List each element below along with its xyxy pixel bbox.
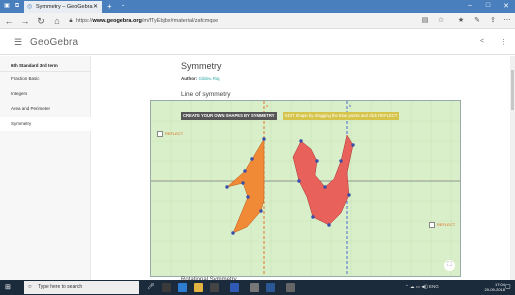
calculator-icon[interactable] [250, 283, 259, 292]
more-vertical-icon[interactable]: ⋮ [500, 38, 507, 46]
reading-view-icon[interactable]: ▤ [420, 16, 430, 26]
close-tab-icon[interactable]: ✕ [93, 1, 98, 13]
main-content: Symmetry Author: Gildeu Raj Line of symm… [92, 56, 515, 283]
clock-date: 20-09-2018 [484, 287, 505, 292]
line-label-a: a [266, 103, 269, 108]
line-label-b: b [349, 103, 352, 108]
minimize-icon[interactable]: – [465, 2, 475, 9]
system-tray[interactable]: ⌃ ☁ ▭ ◀)) ENG [405, 284, 439, 290]
browser-tab[interactable]: ◎ Symmetry – GeoGebra ✕ [24, 1, 102, 13]
reflect-checkbox-left[interactable]: REFLECT [157, 131, 183, 137]
address-bar[interactable]: https://www.geogebra.org/m/fTyEbjbx#mate… [76, 16, 431, 26]
window-menu-icon[interactable]: ▣ [3, 3, 11, 10]
store-icon[interactable] [210, 283, 219, 292]
favorite-star-icon[interactable]: ☆ [436, 16, 446, 26]
word-icon[interactable] [230, 283, 239, 292]
task-view-icon[interactable] [162, 283, 171, 292]
search-icon: ○ [28, 284, 32, 290]
red-reflected-shape[interactable] [292, 134, 354, 226]
search-placeholder: Type here to search [38, 284, 83, 290]
geogebra-favicon-icon: ◎ [27, 4, 33, 10]
author-line: Author: Gildeu Raj [181, 76, 220, 81]
language-indicator[interactable]: ENG [429, 284, 439, 289]
sidebar-item-symmetry[interactable]: Symmetry [0, 117, 91, 131]
edit-shape-note: EDIT Shape by dragging the Blue points a… [283, 112, 400, 120]
section-title: Line of symmetry [181, 91, 231, 98]
tab-switch-icon[interactable]: ⧉ [13, 3, 21, 10]
sidebar-heading[interactable]: 6th Standard 3rd term [0, 60, 91, 72]
geogebra-applet[interactable]: CREATE YOUR OWN SHAPES BY SYMMETRY EDIT … [150, 100, 461, 277]
applet-canvas[interactable] [151, 101, 461, 277]
share-icon[interactable]: < [480, 38, 484, 45]
reflect-checkbox-right[interactable]: REFLECT [429, 222, 455, 228]
taskbar-clock[interactable]: 17:04 20-09-2018 [485, 282, 505, 292]
new-tab-icon[interactable]: + [107, 2, 117, 11]
browser-titlebar: ▣ ⧉ ◎ Symmetry – GeoGebra ✕ + ⌄ – □ ✕ [0, 0, 515, 13]
file-explorer-icon[interactable] [194, 283, 203, 292]
notification-icon[interactable]: ▢ [505, 283, 511, 290]
notes-icon[interactable]: ✎ [472, 16, 482, 26]
chevron-down-icon[interactable]: ⌄ [121, 2, 125, 8]
close-window-icon[interactable]: ✕ [501, 2, 511, 10]
author-name[interactable]: Gildeu Raj [199, 76, 220, 81]
scrollbar-thumb[interactable] [511, 70, 514, 110]
photos-icon[interactable] [286, 283, 295, 292]
geogebra-header: ☰ GeoGebra < ⋮ [0, 30, 515, 55]
reflect-right-label: REFLECT [437, 222, 456, 228]
home-icon[interactable]: ⌂ [52, 15, 62, 27]
orange-shape[interactable] [226, 138, 265, 234]
favorites-icon[interactable]: ★ [456, 16, 466, 26]
checkbox-icon[interactable] [157, 131, 163, 137]
windows-taskbar: ⊞ ○ Type here to search 🎤︎ ⌃ ☁ ▭ ◀)) ENG… [0, 280, 515, 295]
page-title: Symmetry [181, 61, 222, 71]
create-shapes-button[interactable]: CREATE YOUR OWN SHAPES BY SYMMETRY [181, 112, 277, 120]
tab-title: Symmetry – GeoGebra [36, 4, 93, 10]
sidebar-item-integers[interactable]: Integers [0, 87, 91, 101]
brand-logo[interactable]: GeoGebra [30, 37, 78, 48]
taskbar-search-box[interactable]: ○ Type here to search [24, 281, 139, 294]
windows-start-icon[interactable]: ⊞ [5, 283, 14, 292]
url-text: https://www.geogebra.org/m/fTyEbjbx#mate… [76, 18, 219, 24]
menu-more-icon[interactable]: ⋯ [502, 16, 512, 26]
word-doc-icon[interactable] [266, 283, 275, 292]
sidebar-item-fraction-basic[interactable]: Fraction Basic [0, 72, 91, 86]
hamburger-menu-icon[interactable]: ☰ [14, 37, 22, 48]
microphone-icon[interactable]: 🎤︎ [147, 283, 155, 290]
reflect-left-label: REFLECT [165, 131, 184, 137]
maximize-icon[interactable]: □ [483, 2, 493, 9]
book-sidebar: 6th Standard 3rd term Fraction Basic Int… [0, 56, 91, 280]
lock-icon: 🔒︎ [69, 18, 73, 24]
sidebar-item-area-perimeter[interactable]: Area and Perimeter [0, 102, 91, 116]
checkbox-icon[interactable] [429, 222, 435, 228]
edge-browser-icon[interactable] [178, 283, 187, 292]
forward-icon[interactable]: → [20, 15, 30, 27]
refresh-icon[interactable]: ↻ [36, 15, 46, 27]
back-icon[interactable]: ← [4, 15, 14, 27]
share-icon[interactable]: ⇪ [488, 16, 498, 26]
author-label: Author: [181, 76, 198, 81]
fullscreen-icon[interactable]: ⛶ [444, 260, 455, 271]
browser-toolbar: ← → ↻ ⌂ 🔒︎ https://www.geogebra.org/m/fT… [0, 13, 515, 29]
